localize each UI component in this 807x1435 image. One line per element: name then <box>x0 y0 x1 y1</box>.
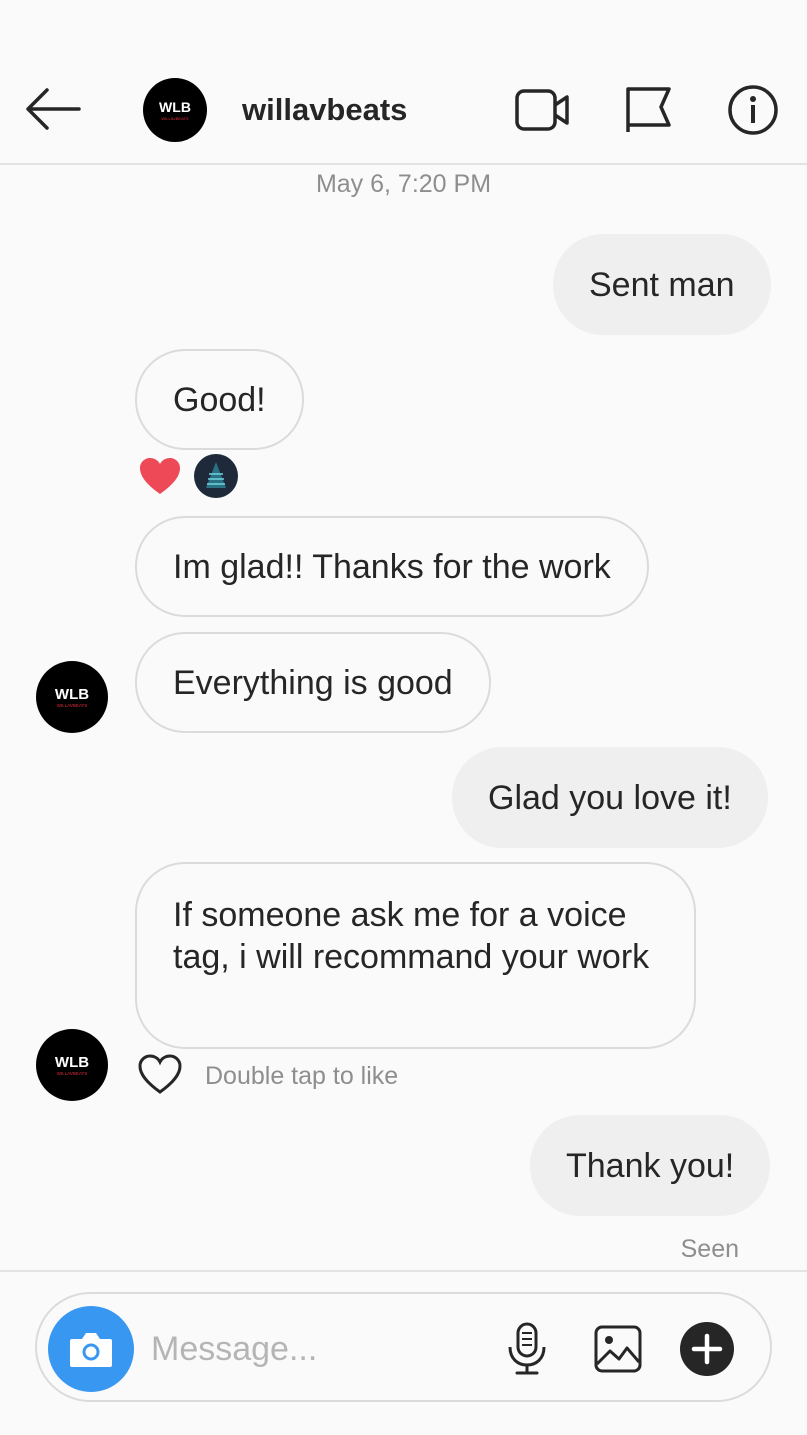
plus-icon[interactable] <box>679 1321 735 1377</box>
message-reactions[interactable] <box>138 454 238 503</box>
avatar-logo-text: WLB <box>55 1054 89 1071</box>
double-tap-hint: Double tap to like <box>205 1062 399 1090</box>
avatar[interactable]: WLB WILLAVBEATS <box>36 661 108 733</box>
avatar-logo-subtext: WILLAVBEATS <box>57 1071 88 1076</box>
chat-username[interactable]: willavbeats <box>242 92 407 128</box>
video-call-icon[interactable] <box>514 84 570 136</box>
heart-outline-icon[interactable] <box>137 1053 183 1100</box>
message-bubble-outgoing[interactable]: Glad you love it! <box>452 747 768 848</box>
message-bubble-incoming[interactable]: Everything is good <box>135 632 491 733</box>
message-bubble-incoming[interactable]: Good! <box>135 349 304 450</box>
message-timestamp: May 6, 7:20 PM <box>315 170 492 198</box>
message-bubble-outgoing[interactable]: Thank you! <box>530 1115 771 1216</box>
avatar-logo-subtext: WILLAVBEATS <box>161 116 189 121</box>
avatar[interactable]: WLB WILLAVBEATS <box>36 1029 108 1101</box>
double-tap-like-row[interactable]: Double tap to like <box>137 1053 398 1100</box>
chat-header: WLB WILLAVBEATS willavbeats <box>0 0 807 165</box>
message-bubble-incoming[interactable]: Im glad!! Thanks for the work <box>135 516 649 617</box>
message-bubble-outgoing[interactable]: Sent man <box>553 234 771 335</box>
message-bubble-incoming[interactable]: If someone ask me for a voice tag, i wil… <box>135 862 696 1049</box>
reactor-avatar <box>194 454 238 503</box>
microphone-icon[interactable] <box>499 1321 555 1377</box>
avatar-logo-subtext: WILLAVBEATS <box>57 703 88 708</box>
heart-icon <box>138 456 182 501</box>
seen-indicator: Seen <box>680 1235 739 1263</box>
avatar-logo-text: WLB <box>55 686 89 703</box>
composer-bar <box>0 1270 807 1435</box>
back-arrow-icon[interactable] <box>24 82 82 136</box>
camera-icon[interactable] <box>48 1306 134 1392</box>
flag-icon[interactable] <box>620 84 676 136</box>
avatar-logo-text: WLB <box>159 99 191 115</box>
avatar[interactable]: WLB WILLAVBEATS <box>143 78 207 142</box>
info-icon[interactable] <box>725 84 781 136</box>
gallery-icon[interactable] <box>590 1321 646 1377</box>
message-input[interactable] <box>151 1324 471 1374</box>
message-composer <box>35 1292 772 1402</box>
